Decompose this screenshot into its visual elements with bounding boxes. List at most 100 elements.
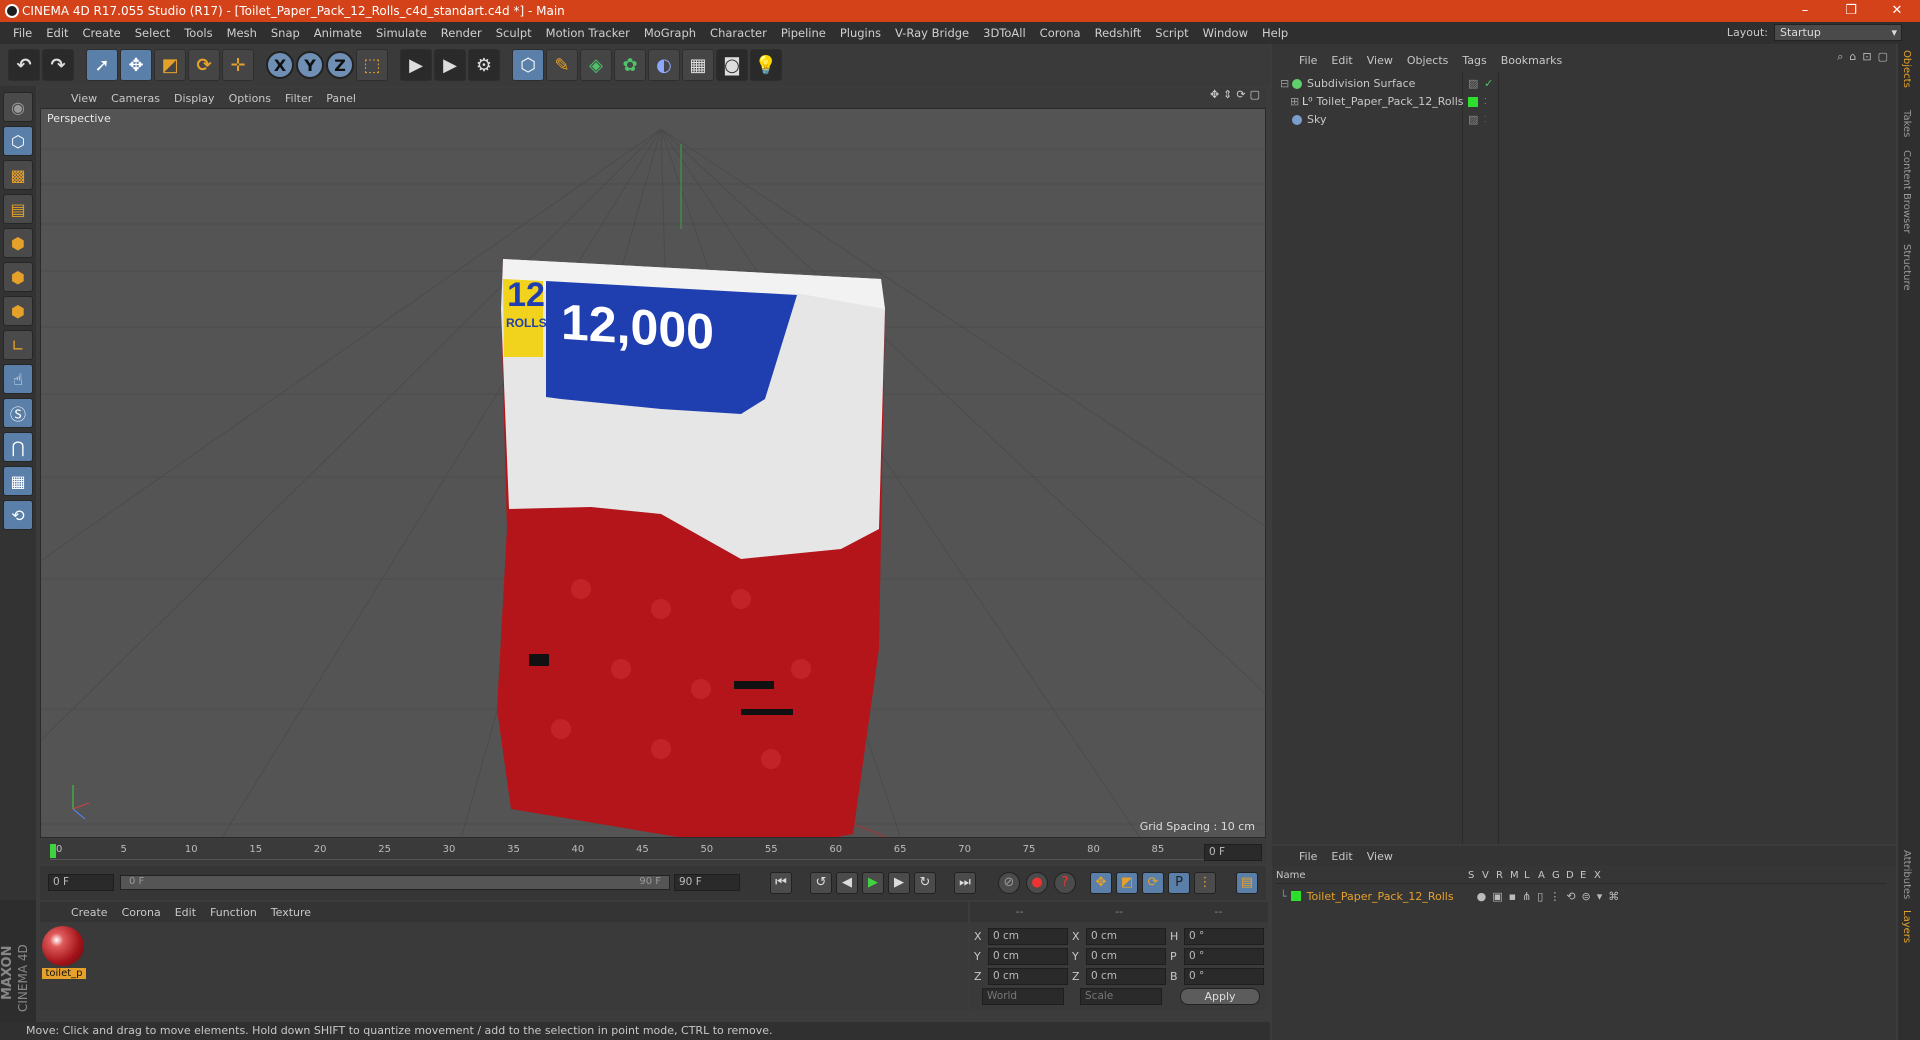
orbit-icon[interactable]: ⟳ bbox=[1236, 88, 1245, 108]
workplane-mode-icon[interactable]: ▤ bbox=[3, 194, 33, 224]
viewport-menu-cameras[interactable]: Cameras bbox=[104, 92, 167, 105]
menu-edit[interactable]: Edit bbox=[39, 26, 75, 40]
menu-pipeline[interactable]: Pipeline bbox=[774, 26, 833, 40]
size-y-field[interactable]: 0 cm bbox=[1086, 947, 1166, 965]
previous-key-icon[interactable]: ↺ bbox=[810, 872, 832, 894]
rotation-p-field[interactable]: 0 ° bbox=[1184, 947, 1264, 965]
polygons-mode-icon[interactable]: ⬢ bbox=[3, 296, 33, 326]
menu-animate[interactable]: Animate bbox=[307, 26, 369, 40]
z-axis-lock-button[interactable]: Z bbox=[326, 51, 354, 79]
menu-corona[interactable]: Corona bbox=[1033, 26, 1088, 40]
object-row-subdivision[interactable]: ⊟ Subdivision Surface ▨ ✓ bbox=[1272, 74, 1892, 93]
render-picture-viewer-icon[interactable]: ▶ bbox=[434, 49, 466, 81]
edges-mode-icon[interactable]: ⬢ bbox=[3, 262, 33, 292]
position-x-field[interactable]: 0 cm bbox=[988, 927, 1068, 945]
search-icon[interactable]: ⌕ bbox=[1837, 50, 1843, 64]
menu-create[interactable]: Create bbox=[76, 26, 128, 40]
maximize-view-icon[interactable]: ▢ bbox=[1250, 88, 1260, 108]
menu-motion-tracker[interactable]: Motion Tracker bbox=[539, 26, 637, 40]
end-frame-field[interactable]: 90 F bbox=[674, 874, 740, 891]
menu-file[interactable]: File bbox=[6, 26, 39, 40]
viewport-menu-view[interactable]: View bbox=[64, 92, 104, 105]
tab-takes[interactable]: Takes bbox=[1901, 110, 1912, 137]
render-settings-icon[interactable]: ⚙ bbox=[468, 49, 500, 81]
make-editable-icon[interactable]: ◉ bbox=[3, 92, 33, 122]
layer-flags-icons[interactable]: ●▣▪⋔▯⋮⟲⊜▾⌘ bbox=[1477, 890, 1626, 903]
visibility-dots-icon[interactable]: ⁚ bbox=[1484, 115, 1487, 124]
key-pla-icon[interactable]: ⋮ bbox=[1194, 872, 1216, 894]
coordinate-mode-dropdown[interactable]: World bbox=[982, 988, 1064, 1005]
tweak-mode-icon[interactable]: ☝ bbox=[3, 364, 33, 394]
expand-icon[interactable]: ⊞ bbox=[1290, 95, 1302, 108]
y-axis-lock-button[interactable]: Y bbox=[296, 51, 324, 79]
material-menu-create[interactable]: Create bbox=[64, 906, 115, 919]
expand-icon[interactable]: ⊟ bbox=[1280, 77, 1292, 90]
menu-select[interactable]: Select bbox=[128, 26, 177, 40]
size-z-field[interactable]: 0 cm bbox=[1086, 967, 1166, 985]
go-to-end-icon[interactable]: ⏭ bbox=[954, 872, 976, 894]
play-icon[interactable]: ▶ bbox=[862, 872, 884, 894]
maximize-icon[interactable]: ▢ bbox=[1878, 50, 1888, 64]
edit-render-toggle-icon[interactable]: ▨ bbox=[1468, 77, 1478, 90]
redo-icon[interactable]: ↷ bbox=[42, 49, 74, 81]
light-bulb-icon[interactable]: 💡 bbox=[750, 49, 782, 81]
model-mode-icon[interactable]: ⬡ bbox=[3, 126, 33, 156]
material-menu-function[interactable]: Function bbox=[203, 906, 264, 919]
workplane-lock-icon[interactable]: ▦ bbox=[3, 466, 33, 496]
key-scale-icon[interactable]: ◩ bbox=[1116, 872, 1138, 894]
pan-icon[interactable]: ✥ bbox=[1210, 88, 1219, 108]
cube-primitive-icon[interactable]: ⬡ bbox=[512, 49, 544, 81]
viewport-menu-panel[interactable]: Panel bbox=[319, 92, 363, 105]
menu-tools[interactable]: Tools bbox=[177, 26, 219, 40]
autokey-icon[interactable]: ? bbox=[1054, 872, 1076, 894]
record-keys-off-icon[interactable]: ⊘ bbox=[998, 872, 1020, 894]
render-view-icon[interactable]: ▶ bbox=[400, 49, 432, 81]
material-menu-corona[interactable]: Corona bbox=[115, 906, 168, 919]
texture-mode-icon[interactable]: ▩ bbox=[3, 160, 33, 190]
object-menu-view[interactable]: View bbox=[1360, 54, 1400, 67]
subdivision-generator-icon[interactable]: ◈ bbox=[580, 49, 612, 81]
tab-content-browser[interactable]: Content Browser bbox=[1901, 150, 1912, 233]
next-frame-icon[interactable]: ▶ bbox=[888, 872, 910, 894]
select-tool-icon[interactable]: ➚ bbox=[86, 49, 118, 81]
menu-simulate[interactable]: Simulate bbox=[369, 26, 434, 40]
floor-scene-icon[interactable]: ▦ bbox=[682, 49, 714, 81]
position-z-field[interactable]: 0 cm bbox=[988, 967, 1068, 985]
menu-vray-bridge[interactable]: V-Ray Bridge bbox=[888, 26, 976, 40]
object-menu-tags[interactable]: Tags bbox=[1455, 54, 1493, 67]
coordinate-system-icon[interactable]: ⬚ bbox=[356, 49, 388, 81]
viewport-menu-filter[interactable]: Filter bbox=[278, 92, 319, 105]
tab-layers[interactable]: Layers bbox=[1901, 910, 1912, 943]
object-menu-bookmarks[interactable]: Bookmarks bbox=[1494, 54, 1569, 67]
solo-icon[interactable]: Ⓢ bbox=[3, 398, 33, 428]
layer-row[interactable]: └ Toilet_Paper_Pack_12_Rolls ●▣▪⋔▯⋮⟲⊜▾⌘ bbox=[1280, 888, 1880, 904]
timeline-window-icon[interactable]: ▤ bbox=[1236, 872, 1258, 894]
start-frame-field[interactable]: 0 F bbox=[48, 874, 114, 891]
menu-character[interactable]: Character bbox=[703, 26, 774, 40]
object-menu-file[interactable]: File bbox=[1292, 54, 1324, 67]
menu-plugins[interactable]: Plugins bbox=[833, 26, 888, 40]
visibility-dots-icon[interactable]: ⁚ bbox=[1484, 97, 1487, 106]
tab-attributes[interactable]: Attributes bbox=[1901, 850, 1912, 899]
axis-mode-icon[interactable]: ∟ bbox=[3, 330, 33, 360]
material-menu-edit[interactable]: Edit bbox=[168, 906, 203, 919]
rotation-h-field[interactable]: 0 ° bbox=[1184, 927, 1264, 945]
rotate-tool-icon[interactable]: ⟳ bbox=[188, 49, 220, 81]
home-icon[interactable]: ⌂ bbox=[1849, 50, 1856, 64]
undo-icon[interactable]: ↶ bbox=[8, 49, 40, 81]
timeline-ruler[interactable]: 051015202530354045505560657075808590 0 F bbox=[40, 840, 1266, 864]
x-axis-lock-button[interactable]: X bbox=[266, 51, 294, 79]
current-frame-field[interactable]: 0 F bbox=[1204, 844, 1262, 861]
size-mode-dropdown[interactable]: Scale bbox=[1080, 988, 1162, 1005]
minimize-button[interactable]: – bbox=[1782, 0, 1828, 22]
material-menu-texture[interactable]: Texture bbox=[264, 906, 318, 919]
key-position-icon[interactable]: ✥ bbox=[1090, 872, 1112, 894]
edit-render-toggle-icon[interactable]: ▨ bbox=[1468, 113, 1478, 126]
object-menu-objects[interactable]: Objects bbox=[1400, 54, 1456, 67]
record-active-icon[interactable]: ● bbox=[1026, 872, 1048, 894]
scale-tool-icon[interactable]: ◩ bbox=[154, 49, 186, 81]
menu-window[interactable]: Window bbox=[1196, 26, 1255, 40]
snap-icon[interactable]: ⋂ bbox=[3, 432, 33, 462]
menu-help[interactable]: Help bbox=[1255, 26, 1295, 40]
menu-snap[interactable]: Snap bbox=[264, 26, 307, 40]
